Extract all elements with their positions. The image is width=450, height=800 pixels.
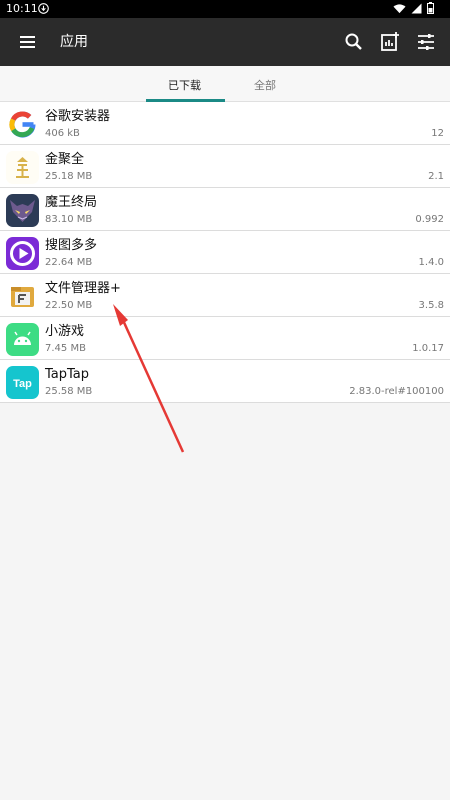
app-size: 22.50 MB <box>45 300 93 311</box>
file-manager-icon <box>6 280 39 313</box>
app-size: 406 kB <box>45 128 80 139</box>
app-name: 谷歌安装器 <box>45 109 111 124</box>
tab-bar: 已下载 全部 <box>0 66 450 102</box>
app-size: 7.45 MB <box>45 343 86 354</box>
battery-icon <box>427 2 434 14</box>
svg-text:Tap: Tap <box>13 378 32 390</box>
app-name: 小游戏 <box>45 324 85 339</box>
app-name: 文件管理器+ <box>45 281 121 296</box>
tune-icon[interactable] <box>414 30 438 54</box>
app-list: 谷歌安装器 406 kB 12 金聚全 25.18 MB 2.1 魔王终局 83… <box>0 102 450 403</box>
app-version: 1.4.0 <box>418 257 444 268</box>
app-version: 12 <box>431 128 444 139</box>
signal-icon <box>411 3 422 13</box>
list-item[interactable]: 文件管理器+ 22.50 MB 3.5.8 <box>0 274 450 317</box>
list-item[interactable]: Tap TapTap 25.58 MB 2.83.0-rel#100100 <box>0 360 450 403</box>
status-bar: 10:11 <box>0 0 450 18</box>
app-size: 25.18 MB <box>45 171 93 182</box>
app-version: 2.83.0-rel#100100 <box>349 386 444 397</box>
wifi-icon <box>393 3 406 13</box>
page-title: 应用 <box>60 34 88 50</box>
app-bar: 应用 <box>0 18 450 66</box>
android-icon <box>6 323 39 356</box>
google-icon <box>6 108 39 141</box>
demon-king-icon <box>6 194 39 227</box>
list-item[interactable]: 金聚全 25.18 MB 2.1 <box>0 145 450 188</box>
app-name: 搜图多多 <box>45 238 98 253</box>
search-icon[interactable] <box>342 30 366 54</box>
gold-logo-icon <box>6 151 39 184</box>
list-item[interactable]: 谷歌安装器 406 kB 12 <box>0 102 450 145</box>
chart-add-icon[interactable] <box>378 30 402 54</box>
menu-icon[interactable] <box>18 32 38 52</box>
app-size: 25.58 MB <box>45 386 93 397</box>
play-circle-icon <box>6 237 39 270</box>
app-version: 2.1 <box>428 171 444 182</box>
download-icon <box>38 3 49 14</box>
app-name: 魔王终局 <box>45 195 98 210</box>
tab-downloaded[interactable]: 已下载 <box>168 77 201 93</box>
list-item[interactable]: 搜图多多 22.64 MB 1.4.0 <box>0 231 450 274</box>
app-size: 83.10 MB <box>45 214 93 225</box>
app-version: 0.992 <box>415 214 444 225</box>
app-version: 1.0.17 <box>412 343 444 354</box>
list-item[interactable]: 小游戏 7.45 MB 1.0.17 <box>0 317 450 360</box>
app-name: 金聚全 <box>45 152 85 167</box>
taptap-icon: Tap <box>6 366 39 399</box>
app-size: 22.64 MB <box>45 257 93 268</box>
tab-all[interactable]: 全部 <box>254 77 276 93</box>
status-time: 10:11 <box>6 2 38 15</box>
app-name: TapTap <box>45 367 90 382</box>
list-item[interactable]: 魔王终局 83.10 MB 0.992 <box>0 188 450 231</box>
app-version: 3.5.8 <box>418 300 444 311</box>
